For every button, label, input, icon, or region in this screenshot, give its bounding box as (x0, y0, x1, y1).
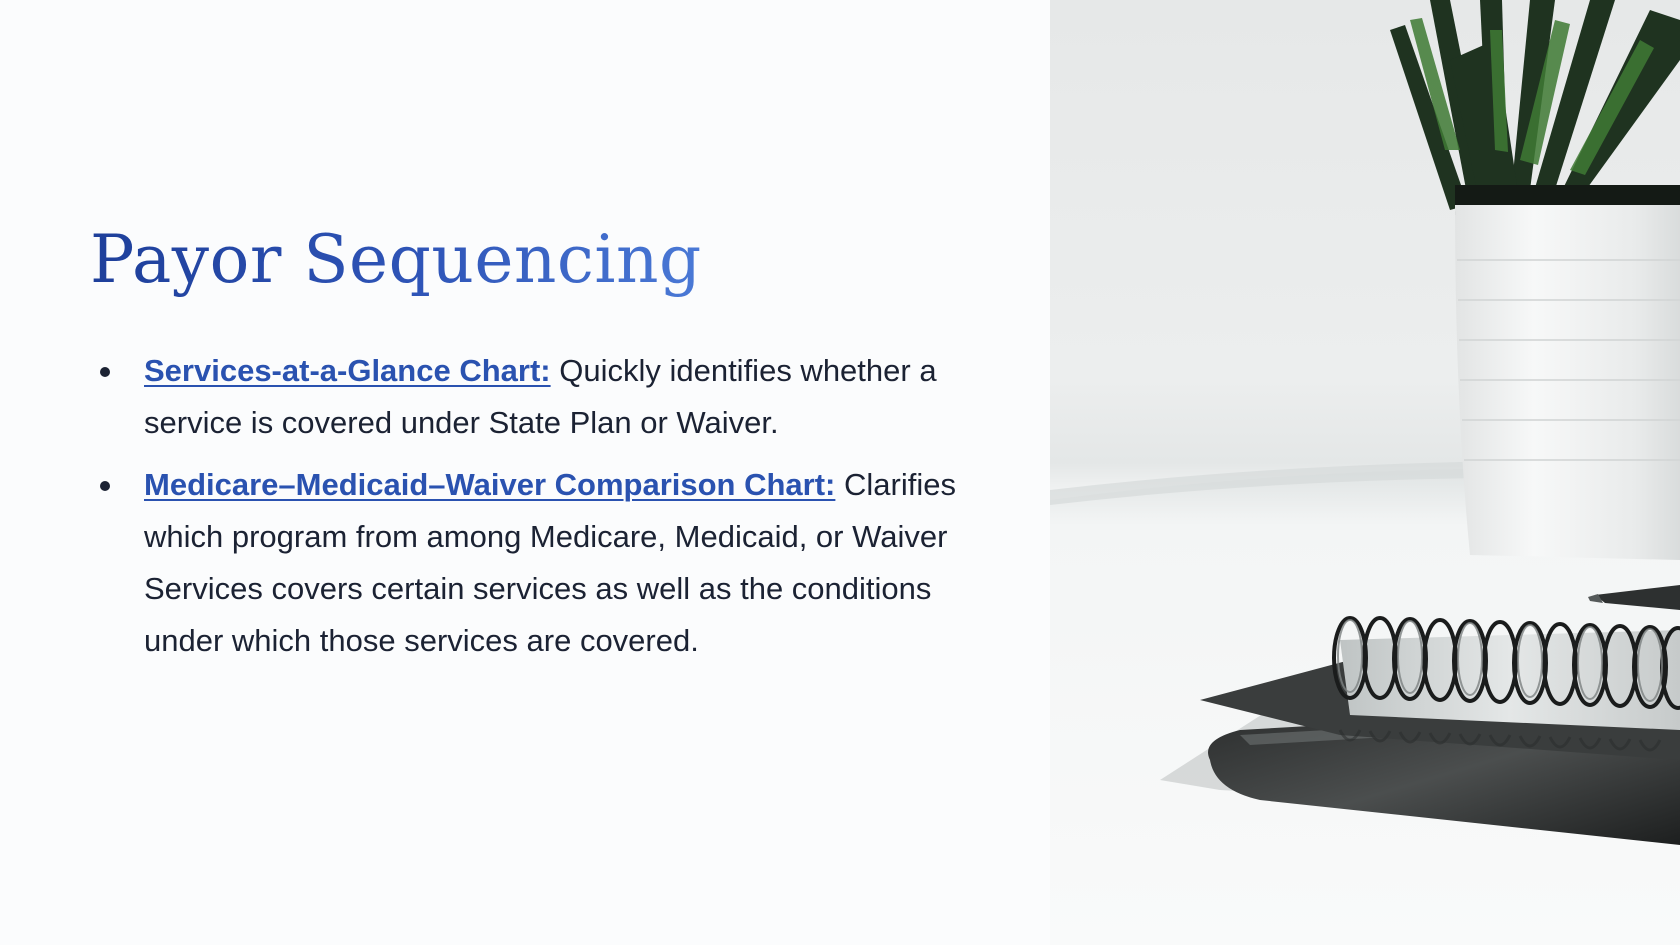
bullet-list: Services-at-a-Glance Chart: Quickly iden… (90, 345, 990, 677)
desk-plant-notebook-photo (1050, 0, 1680, 945)
photo-illustration-icon (1050, 0, 1680, 945)
slide-title: Payor Sequencing (90, 221, 702, 298)
medicare-medicaid-waiver-comparison-chart-link[interactable]: Medicare–Medicaid–Waiver Comparison Char… (144, 467, 835, 502)
bullet-item-services-at-a-glance: Services-at-a-Glance Chart: Quickly iden… (90, 345, 990, 449)
slide: Payor Sequencing Services-at-a-Glance Ch… (0, 0, 1680, 945)
bullet-dot-icon (100, 367, 110, 377)
services-at-a-glance-chart-link[interactable]: Services-at-a-Glance Chart: (144, 353, 551, 388)
text-panel: Payor Sequencing Services-at-a-Glance Ch… (0, 0, 1050, 945)
bullet-dot-icon (100, 481, 110, 491)
bullet-item-comparison-chart: Medicare–Medicaid–Waiver Comparison Char… (90, 459, 990, 667)
